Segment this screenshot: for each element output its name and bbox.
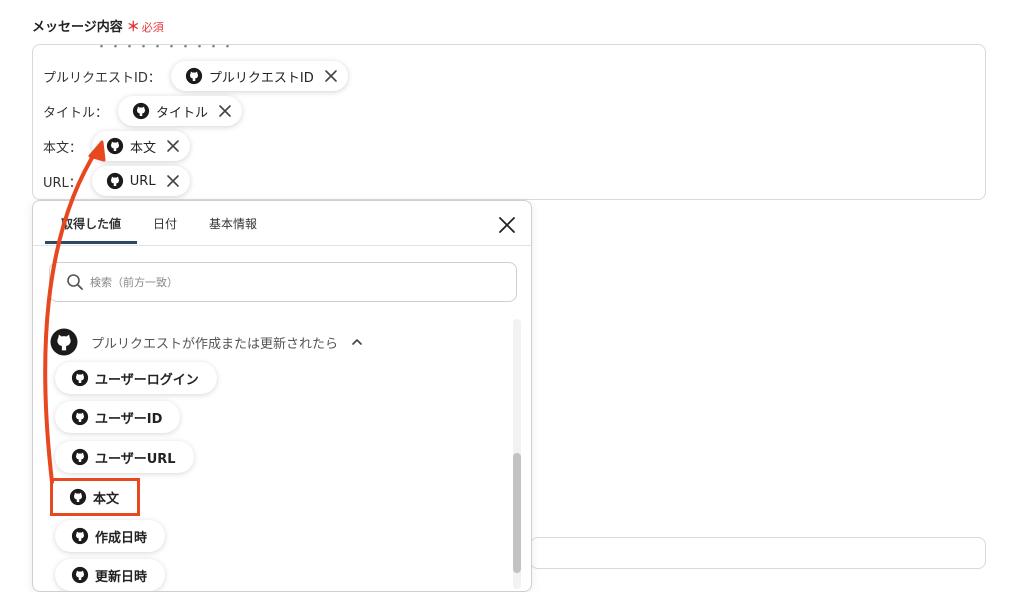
remove-chip-icon[interactable] bbox=[166, 174, 180, 188]
editor-line-url: URL： URL bbox=[43, 163, 190, 199]
variable-chip-pr-id[interactable]: プルリクエストID bbox=[170, 61, 348, 91]
editor-line-label: 本文： bbox=[43, 140, 83, 156]
active-tab-indicator bbox=[45, 241, 137, 244]
variable-chip-body[interactable]: 本文 bbox=[92, 131, 191, 161]
value-item-label: 作成日時 bbox=[95, 530, 148, 546]
picker-tabs: 取得した値 日付 基本情報 bbox=[33, 201, 531, 246]
value-item-body[interactable]: 本文 bbox=[49, 478, 141, 516]
github-icon bbox=[106, 172, 124, 190]
editor-line-label: プルリクエストID： bbox=[43, 70, 161, 86]
close-icon[interactable] bbox=[497, 215, 517, 235]
message-editor[interactable]: ・・・・・・・・・・ プルリクエストID： プルリクエストID タイトル： タイ… bbox=[32, 44, 986, 200]
chip-label: URL bbox=[129, 173, 156, 189]
value-item-label: ユーザーURL bbox=[95, 451, 176, 467]
github-icon bbox=[132, 102, 150, 120]
field-label: メッセージ内容＊必須 bbox=[32, 16, 164, 35]
search-icon bbox=[66, 273, 84, 291]
value-item-label: 本文 bbox=[93, 491, 120, 507]
variable-chip-url[interactable]: URL bbox=[91, 166, 190, 196]
tab-date[interactable]: 日付 bbox=[153, 215, 177, 232]
scrollbar[interactable] bbox=[513, 319, 521, 589]
remove-chip-icon[interactable] bbox=[324, 69, 338, 83]
github-icon bbox=[71, 408, 89, 426]
tab-retrieved-values[interactable]: 取得した値 bbox=[61, 215, 121, 232]
editor-line-pr-id: プルリクエストID： プルリクエストID bbox=[43, 58, 348, 94]
editor-line-label: URL： bbox=[43, 175, 82, 191]
required-mark: ＊ bbox=[126, 20, 140, 35]
value-item-user-id[interactable]: ユーザーID bbox=[55, 401, 181, 433]
chip-label: タイトル bbox=[156, 105, 209, 121]
search-box[interactable] bbox=[49, 262, 517, 302]
github-icon bbox=[106, 137, 124, 155]
next-field-input[interactable] bbox=[530, 537, 986, 569]
chevron-up-icon[interactable] bbox=[350, 335, 364, 349]
github-icon bbox=[71, 527, 89, 545]
scrollbar-thumb[interactable] bbox=[513, 453, 521, 573]
editor-clipped-line: ・・・・・・・・・・ bbox=[95, 44, 236, 55]
value-item-label: ユーザーログイン bbox=[95, 372, 199, 388]
value-picker-panel: 取得した値 日付 基本情報 プルリクエストが作成または更新されたら ユーザーログ… bbox=[32, 200, 532, 592]
editor-line-title: タイトル： タイトル bbox=[43, 93, 243, 129]
group-title: プルリクエストが作成または更新されたら bbox=[91, 336, 339, 352]
tab-basic-info[interactable]: 基本情報 bbox=[209, 215, 257, 232]
chip-label: プルリクエストID bbox=[208, 70, 314, 86]
remove-chip-icon[interactable] bbox=[218, 104, 232, 118]
github-icon bbox=[71, 369, 89, 387]
github-icon bbox=[71, 566, 89, 584]
trigger-group-header[interactable]: プルリクエストが作成または更新されたら bbox=[49, 327, 364, 357]
github-icon bbox=[69, 488, 87, 506]
value-item-label: ユーザーID bbox=[95, 411, 163, 427]
chip-label: 本文 bbox=[130, 140, 157, 156]
value-item-label: 更新日時 bbox=[95, 569, 148, 585]
value-item-created-at[interactable]: 作成日時 bbox=[55, 520, 166, 552]
required-text: 必須 bbox=[141, 21, 164, 34]
value-item-user-url[interactable]: ユーザーURL bbox=[55, 441, 194, 473]
remove-chip-icon[interactable] bbox=[166, 139, 180, 153]
value-item-updated-at[interactable]: 更新日時 bbox=[55, 559, 166, 591]
editor-line-body: 本文： 本文 bbox=[43, 128, 191, 164]
editor-line-label: タイトル： bbox=[43, 105, 109, 121]
github-icon bbox=[71, 448, 89, 466]
variable-chip-title[interactable]: タイトル bbox=[118, 96, 243, 126]
value-item-user-login[interactable]: ユーザーログイン bbox=[55, 362, 217, 394]
search-input[interactable] bbox=[88, 274, 492, 290]
github-icon bbox=[49, 327, 79, 357]
field-label-text: メッセージ内容 bbox=[32, 20, 123, 35]
github-icon bbox=[185, 67, 203, 85]
